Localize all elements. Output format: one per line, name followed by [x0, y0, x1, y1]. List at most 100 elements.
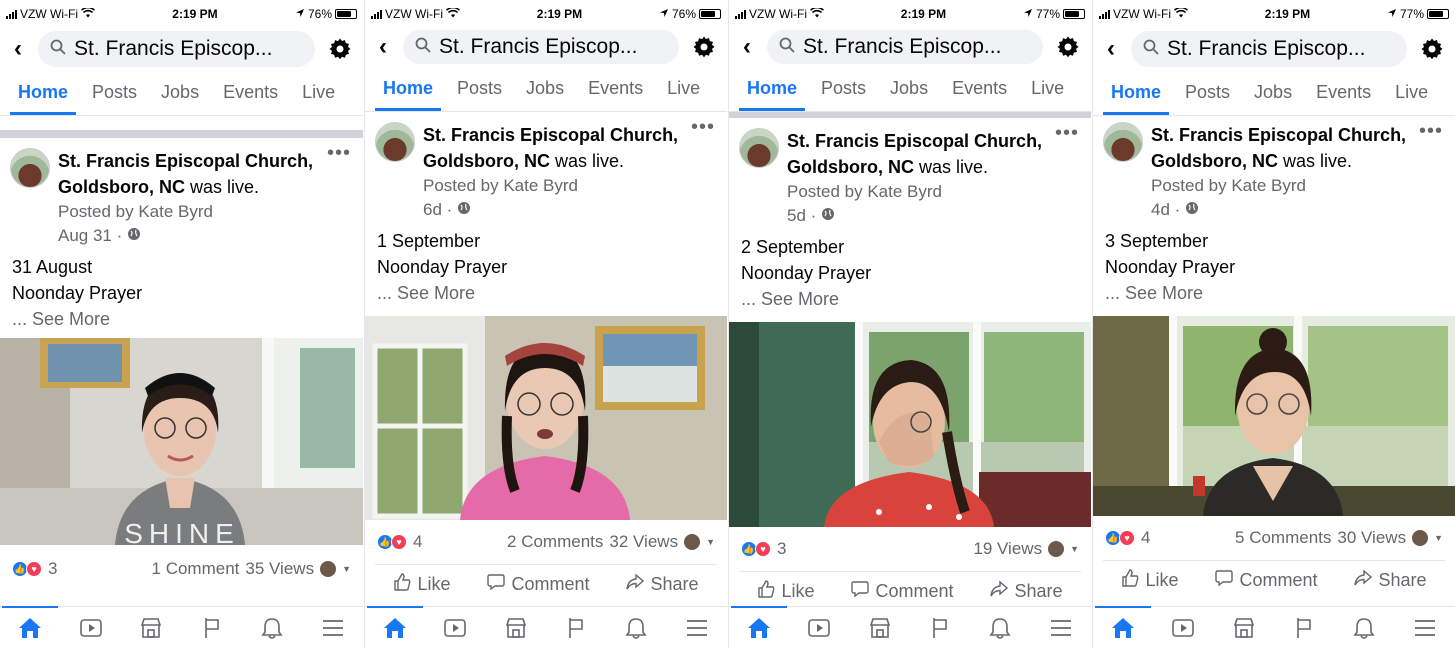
- page-name-link[interactable]: St. Francis Episcopal Church, Goldsboro,…: [423, 125, 678, 171]
- more-options-icon[interactable]: •••: [327, 142, 351, 165]
- tab-posts[interactable]: Posts: [80, 70, 149, 115]
- live-video-thumbnail[interactable]: [365, 316, 727, 520]
- like-button[interactable]: Like: [757, 580, 815, 603]
- avatar[interactable]: [10, 148, 50, 188]
- share-button[interactable]: Share: [626, 573, 698, 596]
- like-button[interactable]: Like: [1121, 569, 1179, 592]
- caret-down-icon[interactable]: ▼: [1070, 544, 1079, 554]
- caret-down-icon[interactable]: ▼: [342, 564, 351, 574]
- comment-button[interactable]: Comment: [1215, 569, 1317, 592]
- more-options-icon[interactable]: •••: [691, 116, 715, 139]
- back-chevron-icon[interactable]: ‹: [1101, 35, 1121, 63]
- search-field[interactable]: [403, 30, 679, 64]
- page-name-link[interactable]: St. Francis Episcopal Church, Goldsboro,…: [1151, 125, 1406, 171]
- notifications-bell-icon[interactable]: [252, 610, 292, 646]
- back-chevron-icon[interactable]: ‹: [8, 35, 28, 63]
- more-options-icon[interactable]: •••: [1055, 122, 1079, 145]
- menu-icon[interactable]: [677, 610, 717, 646]
- more-options-icon[interactable]: •••: [1419, 120, 1443, 143]
- tab-live[interactable]: Live: [655, 66, 712, 111]
- comment-count[interactable]: 2 Comments: [507, 532, 603, 552]
- gear-icon[interactable]: [1417, 37, 1447, 61]
- comment-count[interactable]: 5 Comments: [1235, 528, 1331, 548]
- tab-posts[interactable]: Posts: [1173, 70, 1242, 115]
- search-input[interactable]: [74, 37, 303, 61]
- viewer-avatar[interactable]: [320, 561, 337, 577]
- marketplace-icon[interactable]: [496, 610, 536, 646]
- pages-flag-icon[interactable]: [192, 610, 232, 646]
- menu-icon[interactable]: [313, 610, 353, 646]
- see-more-link[interactable]: ... See More: [377, 280, 715, 306]
- tab-live[interactable]: Live: [290, 70, 347, 115]
- tab-live[interactable]: Live: [1019, 66, 1076, 111]
- notifications-bell-icon[interactable]: [616, 610, 656, 646]
- reaction-summary[interactable]: 👍 ♥ 4: [377, 532, 422, 552]
- see-more-link[interactable]: ... See More: [741, 286, 1079, 312]
- search-field[interactable]: [38, 31, 315, 67]
- tab-events[interactable]: Events: [576, 66, 655, 111]
- avatar[interactable]: [375, 122, 415, 162]
- tab-jobs[interactable]: Jobs: [1242, 70, 1304, 115]
- tab-home[interactable]: Home: [371, 66, 445, 111]
- pages-flag-icon[interactable]: [920, 610, 960, 646]
- back-chevron-icon[interactable]: ‹: [737, 33, 757, 61]
- watch-icon[interactable]: [1163, 610, 1203, 646]
- reaction-summary[interactable]: 👍 ♥ 3: [12, 559, 57, 579]
- home-icon[interactable]: [731, 605, 788, 646]
- tab-events[interactable]: Events: [940, 66, 1019, 111]
- viewer-avatar[interactable]: [1048, 541, 1065, 557]
- gear-icon[interactable]: [1053, 35, 1083, 59]
- tab-posts[interactable]: Posts: [445, 66, 514, 111]
- search-field[interactable]: [767, 30, 1043, 64]
- search-input[interactable]: [803, 35, 1031, 59]
- search-input[interactable]: [439, 35, 667, 59]
- search-field[interactable]: [1131, 31, 1407, 67]
- tab-live[interactable]: Live: [1383, 70, 1440, 115]
- home-icon[interactable]: [2, 605, 59, 646]
- marketplace-icon[interactable]: [860, 610, 900, 646]
- tab-jobs[interactable]: Jobs: [149, 70, 211, 115]
- tab-home[interactable]: Home: [6, 70, 80, 115]
- like-button[interactable]: Like: [393, 573, 451, 596]
- watch-icon[interactable]: [71, 610, 111, 646]
- page-name-link[interactable]: St. Francis Episcopal Church, Goldsboro,…: [787, 131, 1042, 177]
- page-name-link[interactable]: St. Francis Episcopal Church, Goldsboro,…: [58, 151, 313, 197]
- comment-count[interactable]: 1 Comment: [152, 559, 240, 579]
- gear-icon[interactable]: [689, 35, 719, 59]
- search-input[interactable]: [1167, 37, 1395, 61]
- reaction-summary[interactable]: 👍 ♥ 4: [1105, 528, 1150, 548]
- viewer-avatar[interactable]: [684, 534, 701, 550]
- home-icon[interactable]: [367, 605, 424, 646]
- pages-flag-icon[interactable]: [1284, 610, 1324, 646]
- caret-down-icon[interactable]: ▼: [1434, 533, 1443, 543]
- tab-events[interactable]: Events: [1304, 70, 1383, 115]
- notifications-bell-icon[interactable]: [980, 610, 1020, 646]
- watch-icon[interactable]: [435, 610, 475, 646]
- caret-down-icon[interactable]: ▼: [706, 537, 715, 547]
- marketplace-icon[interactable]: [1224, 610, 1264, 646]
- see-more-link[interactable]: ... See More: [1105, 280, 1443, 306]
- tab-posts[interactable]: Posts: [809, 66, 878, 111]
- share-button[interactable]: Share: [990, 580, 1062, 603]
- live-video-thumbnail[interactable]: [729, 322, 1091, 527]
- tab-events[interactable]: Events: [211, 70, 290, 115]
- tab-home[interactable]: Home: [1099, 70, 1173, 115]
- comment-button[interactable]: Comment: [851, 580, 953, 603]
- avatar[interactable]: [1103, 122, 1143, 162]
- home-icon[interactable]: [1095, 605, 1152, 646]
- back-chevron-icon[interactable]: ‹: [373, 33, 393, 61]
- comment-button[interactable]: Comment: [487, 573, 589, 596]
- see-more-link[interactable]: ... See More: [12, 306, 351, 332]
- live-video-thumbnail[interactable]: [1093, 316, 1455, 516]
- gear-icon[interactable]: [325, 37, 355, 61]
- share-button[interactable]: Share: [1354, 569, 1426, 592]
- menu-icon[interactable]: [1405, 610, 1445, 646]
- avatar[interactable]: [739, 128, 779, 168]
- pages-flag-icon[interactable]: [556, 610, 596, 646]
- tab-jobs[interactable]: Jobs: [878, 66, 940, 111]
- tab-home[interactable]: Home: [735, 66, 809, 111]
- marketplace-icon[interactable]: [131, 610, 171, 646]
- viewer-avatar[interactable]: [1412, 530, 1429, 546]
- menu-icon[interactable]: [1041, 610, 1081, 646]
- watch-icon[interactable]: [799, 610, 839, 646]
